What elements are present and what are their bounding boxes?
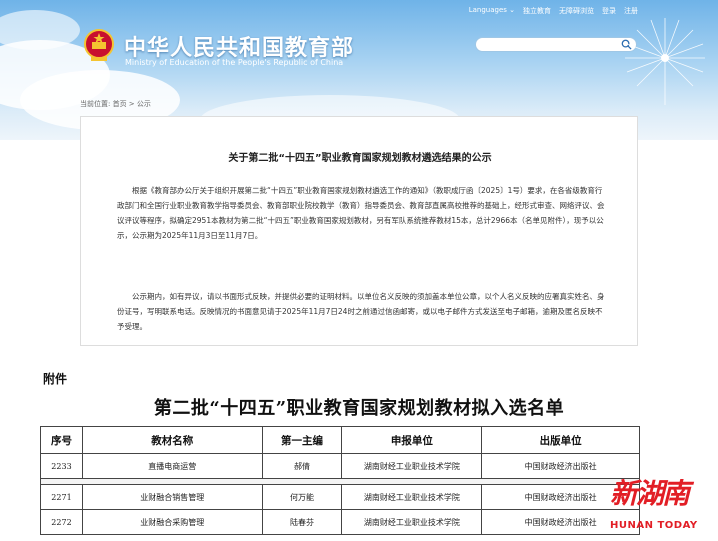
- hunan-today-watermark: 新湖南 HUNAN TODAY: [600, 470, 718, 540]
- cell-textbook-name: 业财融合采购管理: [81, 509, 263, 535]
- dandelion-decoration-icon: [625, 18, 705, 105]
- attachment-label: 附件: [43, 372, 68, 386]
- cell-textbook-name: 直播电商运营: [81, 453, 263, 479]
- notice-title: 关于第二批“十四五”职业教育国家规划教材遴选结果的公示: [228, 153, 492, 164]
- table-row: 2271 业财融合销售管理 何万能 湖南财经工业职业技术学院 中国财政经济出版社: [40, 484, 640, 510]
- cell-index: 2271: [40, 484, 83, 510]
- site-subtitle: Ministry of Education of the People's Re…: [125, 58, 344, 67]
- table-row: 2233 直播电商运营 郝倩 湖南财经工业职业技术学院 中国财政经济出版社: [40, 453, 640, 479]
- independent-edu-link[interactable]: 独立教育: [523, 6, 551, 16]
- table-header-row: 序号 教材名称 第一主编 申报单位 出版单位: [40, 426, 640, 454]
- cell-chief-editor: 郝倩: [261, 453, 343, 479]
- header-chief-editor: 第一主编: [261, 426, 343, 454]
- login-link[interactable]: 登录: [602, 6, 616, 16]
- top-links: Languages ⌄ 独立教育 无障碍浏览 登录 注册: [469, 6, 638, 16]
- languages-link[interactable]: Languages ⌄: [469, 6, 515, 16]
- header-publisher: 出版单位: [481, 426, 640, 454]
- watermark-en: HUNAN TODAY: [610, 520, 698, 531]
- cell-applicant: 湖南财经工业职业技术学院: [341, 484, 483, 510]
- accessibility-link[interactable]: 无障碍浏览: [559, 6, 594, 16]
- textbook-table: 序号 教材名称 第一主编 申报单位 出版单位 2233 直播电商运营 郝倩 湖南…: [40, 426, 640, 535]
- notice-paragraph-1: 根据《教育部办公厅关于组织开展第二批“十四五”职业教育国家规划教材遴选工作的通知…: [117, 186, 605, 240]
- table-row: 2272 业财融合采购管理 陆春芬 湖南财经工业职业技术学院 中国财政经济出版社: [40, 509, 640, 535]
- national-emblem-icon: [84, 29, 114, 61]
- list-title: 第二批“十四五”职业教育国家规划教材拟入选名单: [153, 398, 565, 419]
- cell-chief-editor: 陆春芬: [261, 509, 343, 535]
- watermark-cn: 新湖南: [610, 477, 690, 510]
- cell-chief-editor: 何万能: [261, 484, 343, 510]
- search-box[interactable]: [475, 37, 637, 52]
- header-index: 序号: [40, 426, 83, 454]
- breadcrumb: 当前位置: 首页 > 公示: [80, 100, 151, 108]
- header-textbook-name: 教材名称: [81, 426, 263, 454]
- notice-card: 关于第二批“十四五”职业教育国家规划教材遴选结果的公示 根据《教育部办公厅关于组…: [80, 116, 638, 346]
- cell-applicant: 湖南财经工业职业技术学院: [341, 453, 483, 479]
- cell-applicant: 湖南财经工业职业技术学院: [341, 509, 483, 535]
- cell-textbook-name: 业财融合销售管理: [81, 484, 263, 510]
- notice-paragraph-2: 公示期内，如有异议，请以书面形式反映，并提供必要的证明材料。以单位名义反映的须加…: [117, 292, 605, 331]
- cell-index: 2233: [40, 453, 83, 479]
- header-applicant: 申报单位: [341, 426, 483, 454]
- cell-index: 2272: [40, 509, 83, 535]
